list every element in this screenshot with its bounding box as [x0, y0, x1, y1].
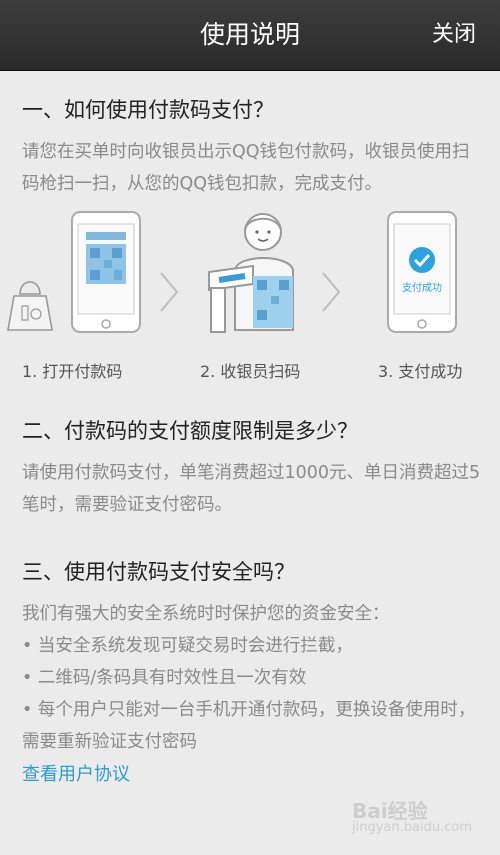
security-bullet: • 每个用户只能对一台手机开通付款码，更换设备使用时，需要重新验证支付密码 — [22, 700, 476, 752]
success-badge-text: 支付成功 — [402, 283, 442, 294]
security-intro: 我们有强大的安全系统时时保护您的资金安全： — [22, 604, 390, 624]
baidu-jingyan-watermark: Bai经验 jingyan.baidu.com — [352, 795, 472, 835]
step-2-label: 2. 收银员扫码 — [200, 362, 301, 381]
section-heading: 一、如何使用付款码支付？ — [22, 98, 274, 122]
section-paragraph: 请您在买单时向收银员出示QQ钱包付款码，收银员使用扫码枪扫一扫，从您的QQ钱包扣… — [22, 142, 470, 194]
title-bar: 使用说明 关闭 — [0, 0, 500, 71]
watermark-url: jingyan.baidu.com — [352, 820, 472, 835]
close-button[interactable]: 关闭 — [432, 0, 476, 70]
section-heading: 三、使用付款码支付安全吗？ — [22, 560, 295, 584]
instructions-content: 一、如何使用付款码支付？ 请您在买单时向收银员出示QQ钱包付款码，收银员使用扫码… — [0, 70, 500, 855]
shopping-bag-icon — [7, 281, 53, 331]
section-paragraph: 请使用付款码支付，单笔消费超过1000元、单日消费超过5笔时，需要验证支付密码。 — [22, 463, 481, 515]
chevron-right-icon — [158, 270, 180, 318]
payment-steps-illustration: 支付成功 1. 打开付款码 2. 收银员扫码 3. 支付成功 — [0, 210, 500, 390]
security-bullet: • 当安全系统发现可疑交易时会进行拦截， — [22, 636, 353, 656]
section-limits: 二、付款码的支付额度限制是多少？ 请使用付款码支付，单笔消费超过1000元、单日… — [22, 415, 482, 521]
section-how-to-pay: 一、如何使用付款码支付？ 请您在买单时向收银员出示QQ钱包付款码，收银员使用扫码… — [22, 94, 482, 200]
chevron-right-icon — [320, 270, 342, 318]
user-agreement-link[interactable]: 查看用户协议 — [22, 760, 130, 786]
step-1-label: 1. 打开付款码 — [22, 362, 123, 381]
step-3-label: 3. 支付成功 — [378, 362, 463, 381]
phone-with-qr-icon — [71, 211, 141, 333]
page-title: 使用说明 — [199, 20, 300, 49]
section-heading: 二、付款码的支付额度限制是多少？ — [22, 419, 358, 443]
section-security: 三、使用付款码支付安全吗？ 我们有强大的安全系统时时保护您的资金安全： • 当安… — [22, 556, 482, 786]
cashier-scanning-icon — [208, 213, 294, 333]
security-bullet: • 二维码/条码具有时效性且一次有效 — [22, 668, 307, 688]
phone-success-icon — [387, 211, 457, 333]
